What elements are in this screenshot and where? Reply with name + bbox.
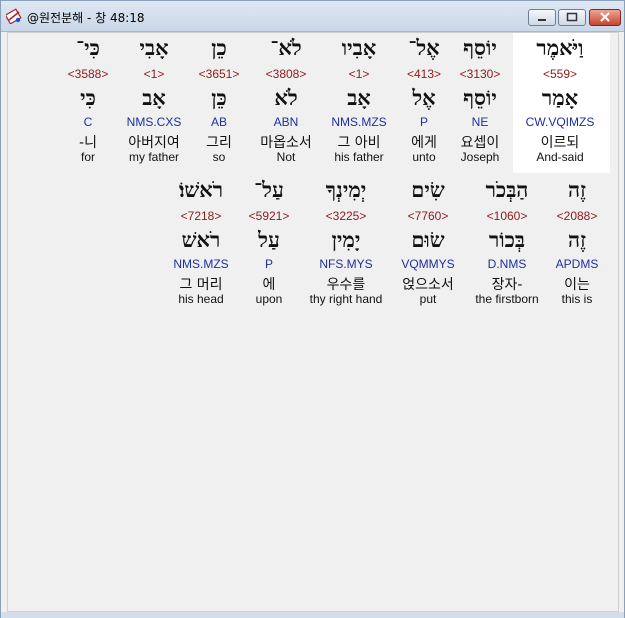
hebrew-lemma: כִּי — [80, 85, 96, 110]
strong-number[interactable]: <3588> — [40, 67, 136, 81]
status-bar — [1, 612, 624, 618]
english-gloss: for — [80, 150, 95, 164]
window-title: @원전분해 - 창 48:18 — [27, 11, 145, 25]
app-window: @원전분해 - 창 48:18 וַיֹּאמֶר <559> אָמַר CW.VQ… — [0, 0, 625, 618]
parse-code: NMS.MZS — [173, 257, 229, 271]
word-column[interactable]: רֹאשׁוֹ׃ <7218> רֹאשׁ NMS.MZS 그 머리 his head — [153, 177, 249, 317]
strong-number[interactable]: <7218> — [153, 209, 249, 223]
hebrew-lemma: רֹאשׁ — [181, 227, 221, 252]
maximize-button[interactable] — [558, 9, 586, 26]
maximize-icon — [566, 12, 578, 22]
hebrew-word: רֹאשׁוֹ׃ — [178, 177, 224, 202]
parse-code: C — [83, 115, 93, 129]
close-icon — [600, 12, 610, 22]
hebrew-word: כִּי־ — [76, 35, 100, 60]
close-button[interactable] — [589, 9, 621, 26]
minimize-button[interactable] — [528, 9, 556, 26]
bible-tool-icon[interactable] — [6, 8, 22, 24]
korean-gloss: 그 머리 — [179, 277, 223, 293]
english-gloss: his head — [178, 292, 224, 306]
minimize-icon — [538, 19, 546, 21]
title-bar[interactable]: @원전분해 - 창 48:18 — [1, 1, 624, 32]
korean-gloss: -니 — [79, 135, 97, 151]
word-column[interactable]: כִּי־ <3588> כִּי C -니 for — [40, 35, 136, 175]
